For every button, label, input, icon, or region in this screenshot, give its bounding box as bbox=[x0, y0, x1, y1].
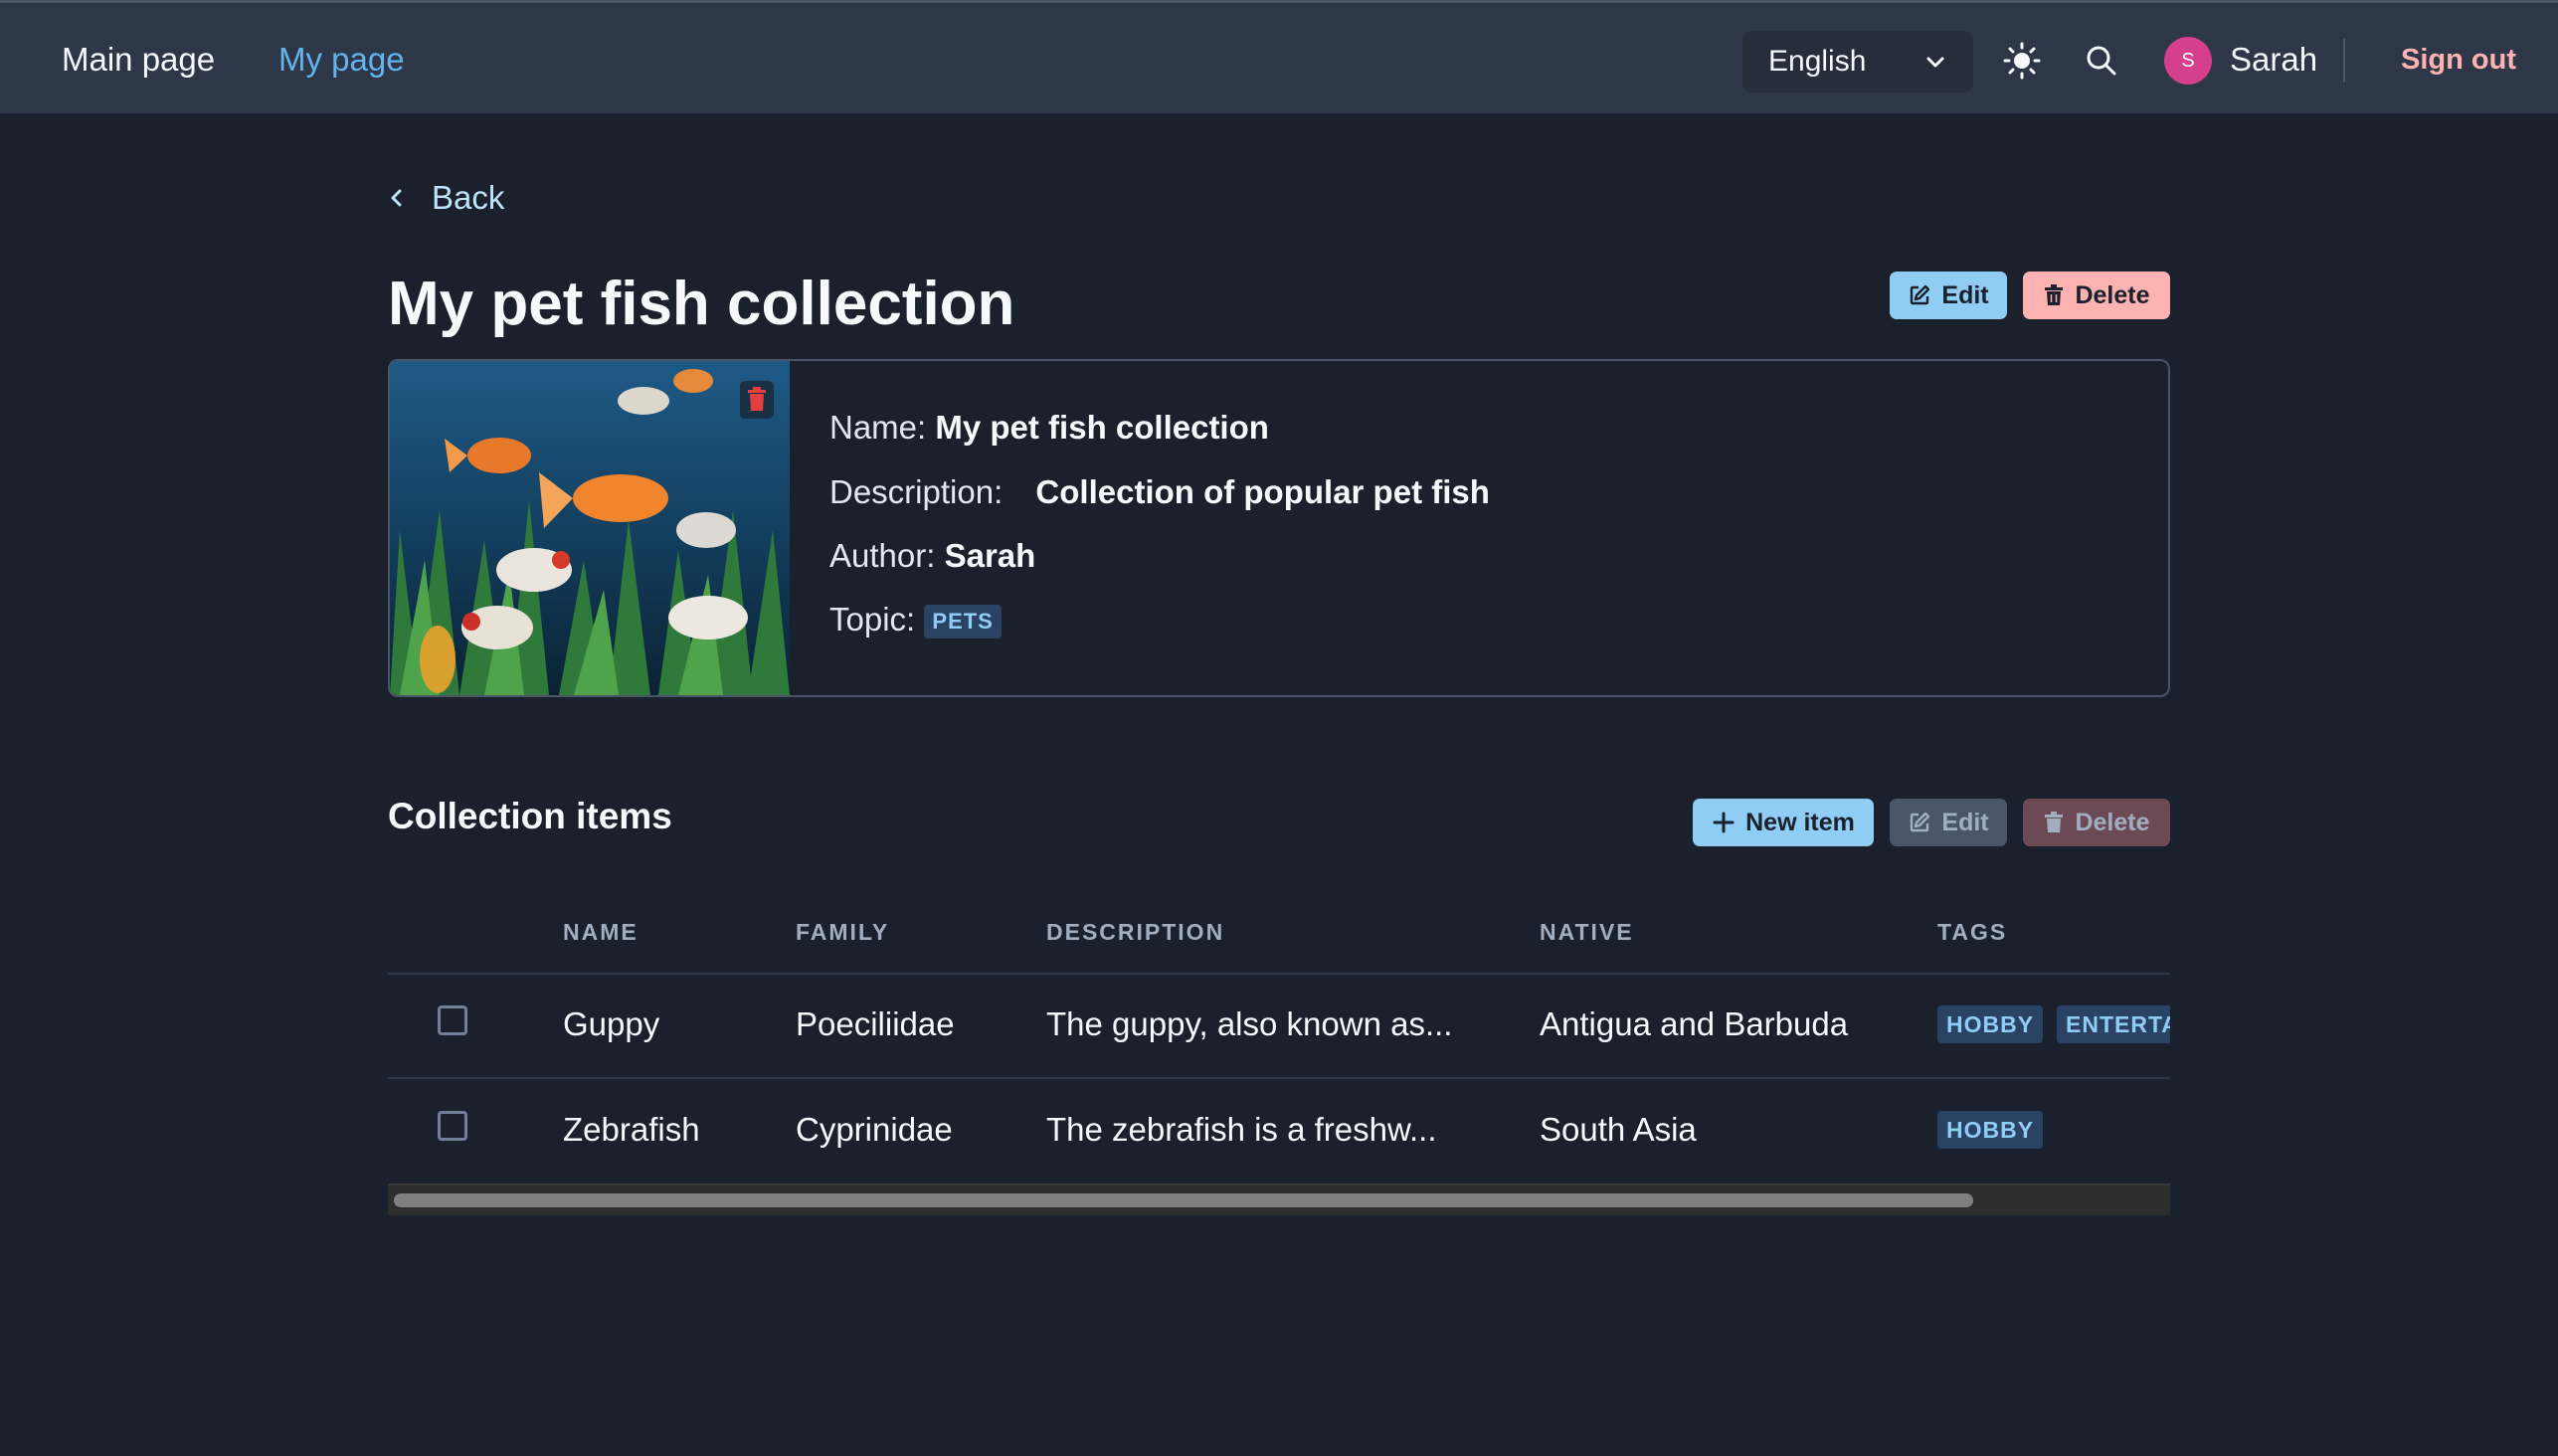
cell-native: Antigua and Barbuda bbox=[1540, 1005, 1849, 1042]
info-author: Author: Sarah bbox=[829, 537, 1035, 575]
name-value: My pet fish collection bbox=[935, 409, 1269, 446]
info-topic: Topic: PETS bbox=[829, 601, 1002, 639]
nav-my-page-link[interactable]: My page bbox=[278, 3, 405, 116]
description-label: Description: bbox=[829, 473, 1004, 510]
cell-tag: HOBBY bbox=[1937, 1005, 2044, 1043]
goldfish-aquarium-image bbox=[390, 361, 790, 695]
column-header-tags[interactable]: TAGS bbox=[1937, 919, 2007, 946]
cell-native: South Asia bbox=[1540, 1111, 1697, 1148]
chevron-down-icon bbox=[1926, 57, 1944, 68]
delete-items-button[interactable]: Delete bbox=[2023, 799, 2170, 846]
trash-icon bbox=[2045, 812, 2064, 832]
cell-name: Guppy bbox=[563, 1005, 660, 1042]
theme-toggle-button[interactable] bbox=[1997, 36, 2047, 86]
cell-tag: ENTERTA bbox=[2057, 1005, 2170, 1043]
cell-name: Zebrafish bbox=[563, 1111, 700, 1148]
column-header-name[interactable]: NAME bbox=[563, 919, 639, 946]
column-header-description[interactable]: DESCRIPTION bbox=[1046, 919, 1224, 946]
nav-divider bbox=[2343, 39, 2345, 83]
cell-description: The guppy, also known as... bbox=[1046, 1005, 1453, 1042]
top-navbar: Main page My page English S Sarah Sign o… bbox=[0, 0, 2558, 113]
user-name[interactable]: Sarah bbox=[2230, 3, 2317, 116]
row-checkbox[interactable] bbox=[438, 1111, 467, 1141]
header-divider bbox=[388, 973, 2170, 975]
sun-icon bbox=[2003, 42, 2041, 80]
page-title: My pet fish collection bbox=[388, 270, 1015, 338]
back-label: Back bbox=[432, 179, 505, 216]
edit-collection-label: Edit bbox=[1941, 280, 1989, 309]
search-button[interactable] bbox=[2077, 36, 2126, 86]
delete-collection-label: Delete bbox=[2075, 280, 2150, 309]
cell-tag: HOBBY bbox=[1937, 1111, 2044, 1149]
author-value: Sarah bbox=[944, 537, 1036, 574]
name-label: Name: bbox=[829, 409, 927, 446]
cell-family: Cyprinidae bbox=[796, 1111, 953, 1148]
new-item-button[interactable]: New item bbox=[1693, 799, 1874, 846]
language-select[interactable]: English bbox=[1742, 31, 1973, 92]
cell-family: Poeciliidae bbox=[796, 1005, 955, 1042]
cell-description: The zebrafish is a freshw... bbox=[1046, 1111, 1437, 1148]
topic-tag: PETS bbox=[924, 605, 1002, 639]
delete-items-label: Delete bbox=[2075, 808, 2150, 836]
info-name: Name: My pet fish collection bbox=[829, 409, 1269, 447]
trash-icon bbox=[2045, 284, 2064, 305]
language-select-value: English bbox=[1768, 45, 1867, 78]
delete-collection-button[interactable]: Delete bbox=[2023, 272, 2170, 319]
collection-items-title: Collection items bbox=[388, 796, 672, 836]
back-link[interactable]: Back bbox=[388, 169, 504, 227]
topic-label: Topic: bbox=[829, 601, 916, 637]
description-value: Collection of popular pet fish bbox=[1035, 473, 1490, 510]
row-checkbox[interactable] bbox=[438, 1005, 467, 1035]
edit-icon bbox=[1911, 812, 1930, 832]
trash-icon[interactable] bbox=[740, 381, 774, 419]
column-header-family[interactable]: FAMILY bbox=[796, 919, 889, 946]
new-item-label: New item bbox=[1745, 808, 1855, 836]
row-divider bbox=[388, 1077, 2170, 1079]
collection-image bbox=[390, 361, 790, 695]
nav-main-page-link[interactable]: Main page bbox=[62, 3, 215, 116]
items-table: NAME FAMILY DESCRIPTION NATIVE TAGS Gupp… bbox=[388, 895, 2170, 1215]
edit-items-label: Edit bbox=[1941, 808, 1989, 836]
horizontal-scrollbar[interactable] bbox=[388, 1183, 2170, 1215]
info-description: Description: Collection of popular pet f… bbox=[829, 473, 1490, 511]
search-icon bbox=[2087, 46, 2116, 76]
edit-items-button[interactable]: Edit bbox=[1890, 799, 2007, 846]
author-label: Author: bbox=[829, 537, 936, 574]
sign-out-button[interactable]: Sign out bbox=[2401, 3, 2516, 116]
avatar[interactable]: S bbox=[2164, 37, 2212, 85]
chevron-left-icon bbox=[391, 189, 402, 207]
plus-icon bbox=[1713, 812, 1735, 833]
column-header-native[interactable]: NATIVE bbox=[1540, 919, 1634, 946]
scrollbar-thumb[interactable] bbox=[394, 1193, 1973, 1207]
edit-collection-button[interactable]: Edit bbox=[1890, 272, 2007, 319]
collection-info-card: Name: My pet fish collection Description… bbox=[388, 359, 2170, 697]
edit-icon bbox=[1911, 284, 1930, 305]
